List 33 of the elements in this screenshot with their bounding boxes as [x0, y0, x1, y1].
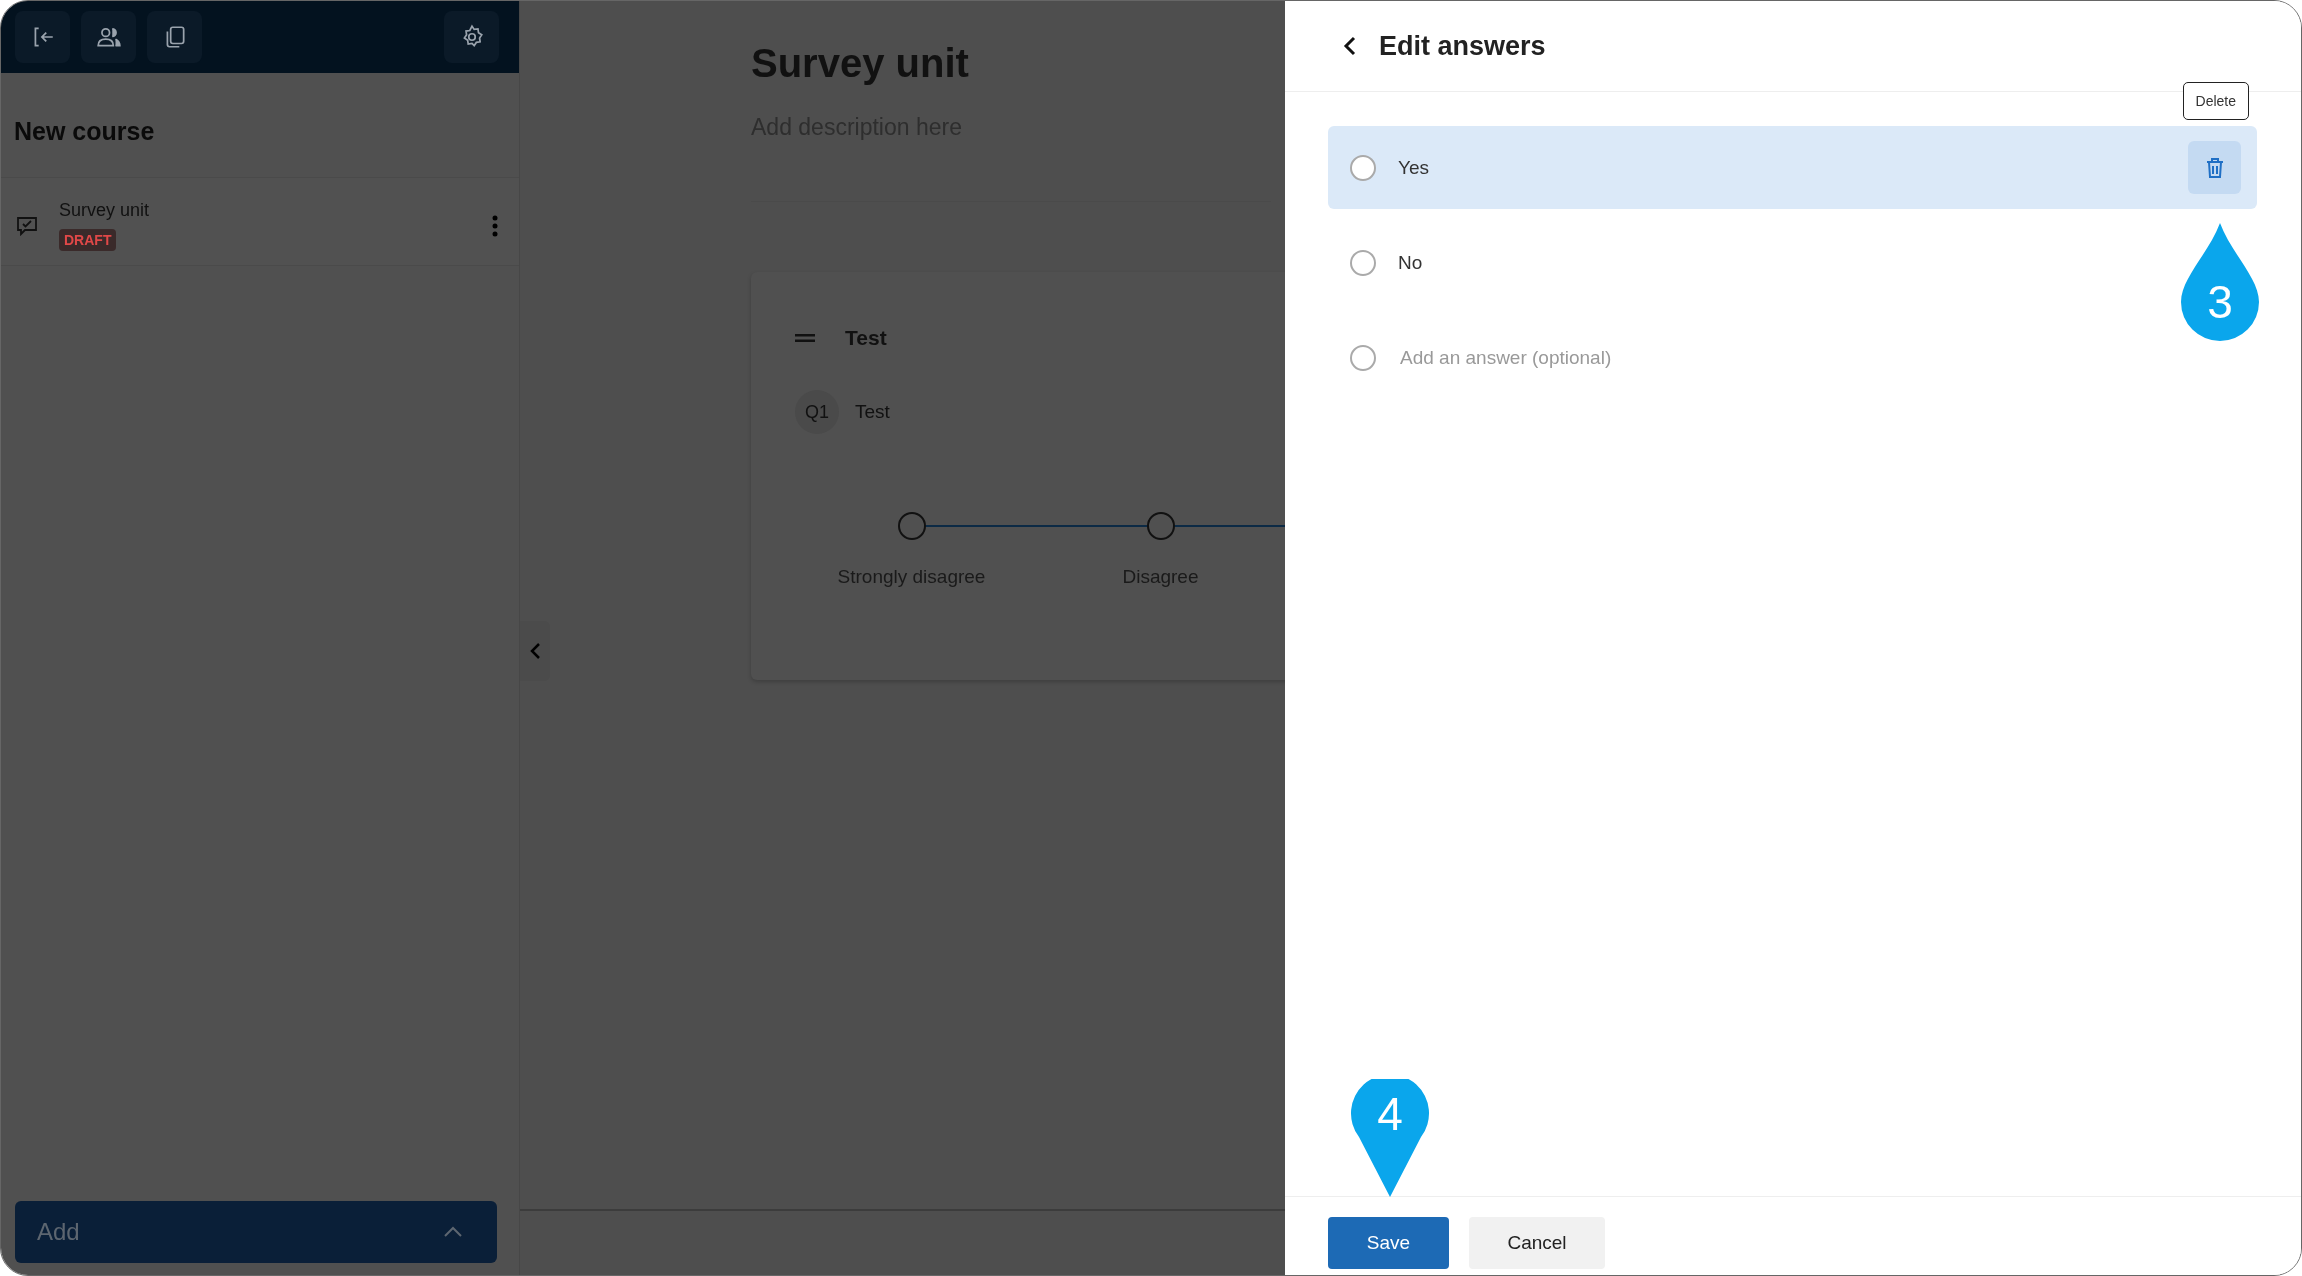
users-button[interactable] — [81, 11, 136, 63]
question-number: Q1 — [795, 390, 839, 434]
step-marker: 4 — [1351, 1079, 1429, 1197]
trash-icon — [2204, 156, 2225, 179]
drag-handle-icon[interactable] — [795, 333, 815, 343]
draft-badge: DRAFT — [59, 229, 117, 251]
copy-button[interactable] — [147, 11, 202, 63]
panel-title: Edit answers — [1379, 30, 1546, 62]
cancel-button[interactable]: Cancel — [1469, 1217, 1605, 1269]
answer-row[interactable]: No — [1328, 221, 1463, 304]
new-answer-field[interactable]: Add an answer (optional) — [1398, 345, 1647, 370]
step-marker: 3 — [2181, 223, 2259, 341]
chevron-left-icon — [529, 642, 541, 660]
answer-radio[interactable] — [1350, 249, 1376, 276]
section-title: Test — [845, 326, 887, 350]
delete-tooltip: Delete — [2182, 82, 2249, 120]
unit-title-heading: Survey unit — [751, 41, 970, 86]
answer-text: Yes — [1398, 156, 1430, 179]
answer-radio[interactable] — [1350, 154, 1376, 181]
scale-radio[interactable] — [1146, 512, 1175, 540]
exit-button[interactable] — [15, 11, 70, 63]
save-button[interactable]: Save — [1328, 1217, 1449, 1269]
answer-text: No — [1398, 251, 1423, 274]
delete-button[interactable] — [2188, 141, 2241, 194]
answer-radio[interactable] — [1350, 344, 1376, 371]
scale-radio[interactable] — [897, 512, 926, 540]
back-icon[interactable] — [1343, 36, 1357, 56]
settings-button[interactable] — [444, 11, 499, 63]
more-icon[interactable] — [491, 214, 499, 237]
unit-title: Survey unit — [59, 200, 150, 221]
course-title: New course — [14, 117, 156, 147]
question-text: Test — [855, 401, 890, 423]
chevron-up-icon — [443, 1226, 463, 1238]
